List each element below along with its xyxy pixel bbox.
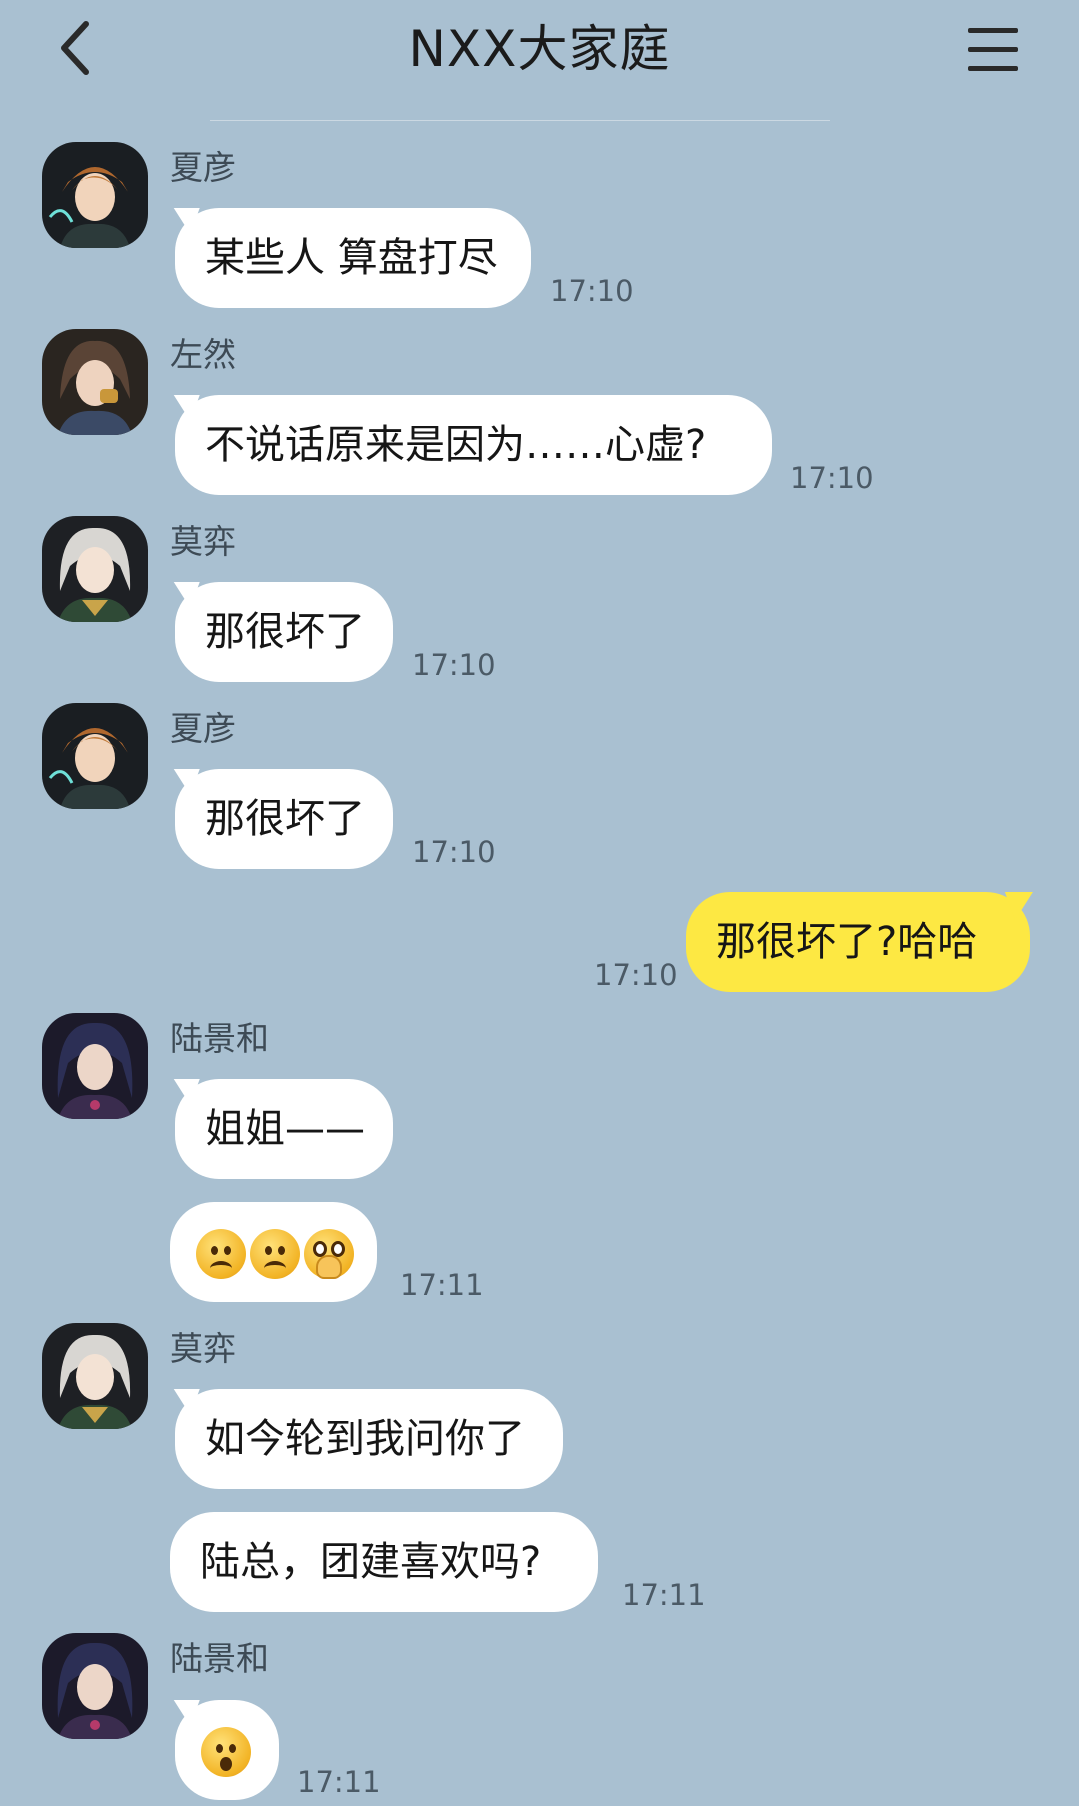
hamburger-menu-icon: [968, 28, 1018, 71]
outgoing-message-bubble[interactable]: 那很坏了?哈哈: [686, 892, 1030, 992]
sender-name: 陆景和: [170, 1639, 269, 1678]
message-time: 17:11: [400, 1268, 484, 1302]
message-time: 17:10: [790, 461, 874, 495]
message-time: 17:11: [297, 1765, 381, 1799]
message-text: 如今轮到我问你了: [205, 1416, 525, 1462]
message-text: 那很坏了: [205, 609, 365, 655]
message-time: 17:10: [412, 648, 496, 682]
pleading-hands-face-icon: [304, 1229, 354, 1279]
shushing-face-icon: [201, 1727, 251, 1777]
message-bubble[interactable]: 如今轮到我问你了: [175, 1389, 563, 1489]
emoji-message-bubble[interactable]: [175, 1700, 279, 1800]
avatar-xiayan[interactable]: [42, 142, 148, 248]
avatar-lujinghe[interactable]: [42, 1013, 148, 1119]
frowning-face-icon: [250, 1229, 300, 1279]
message-time: 17:10: [412, 835, 496, 869]
avatar-lujinghe[interactable]: [42, 1633, 148, 1739]
message-bubble[interactable]: 不说话原来是因为……心虚?: [175, 395, 772, 495]
message-bubble[interactable]: 那很坏了: [175, 582, 393, 682]
message-text: 某些人 算盘打尽: [205, 235, 498, 281]
message-time: 17:10: [594, 958, 678, 992]
message-text: 不说话原来是因为……心虚?: [205, 422, 707, 468]
message-time: 17:11: [622, 1578, 706, 1612]
sender-name: 莫弈: [170, 522, 236, 561]
chat-title: NXX大家庭: [408, 20, 671, 78]
avatar-moyi[interactable]: [42, 516, 148, 622]
emoji-message-bubble[interactable]: [170, 1202, 377, 1302]
sender-name: 莫弈: [170, 1329, 236, 1368]
message-text: 姐姐——: [205, 1106, 365, 1152]
sender-name: 夏彦: [170, 148, 236, 187]
message-text: 那很坏了?哈哈: [716, 919, 978, 965]
header-divider: [210, 120, 830, 121]
message-time: 17:10: [550, 274, 634, 308]
message-bubble[interactable]: 某些人 算盘打尽: [175, 208, 531, 308]
message-bubble[interactable]: 姐姐——: [175, 1079, 393, 1179]
message-bubble[interactable]: 那很坏了: [175, 769, 393, 869]
sender-name: 夏彦: [170, 709, 236, 748]
message-text: 陆总，团建喜欢吗?: [200, 1539, 542, 1585]
avatar-xiayan[interactable]: [42, 703, 148, 809]
chat-header: NXX大家庭: [0, 0, 1079, 122]
menu-button[interactable]: [962, 22, 1024, 78]
message-bubble[interactable]: 陆总，团建喜欢吗?: [170, 1512, 598, 1612]
sender-name: 左然: [170, 335, 236, 374]
sender-name: 陆景和: [170, 1019, 269, 1058]
avatar-zuoran[interactable]: [42, 329, 148, 435]
avatar-moyi[interactable]: [42, 1323, 148, 1429]
frowning-face-icon: [196, 1229, 246, 1279]
message-text: 那很坏了: [205, 796, 365, 842]
